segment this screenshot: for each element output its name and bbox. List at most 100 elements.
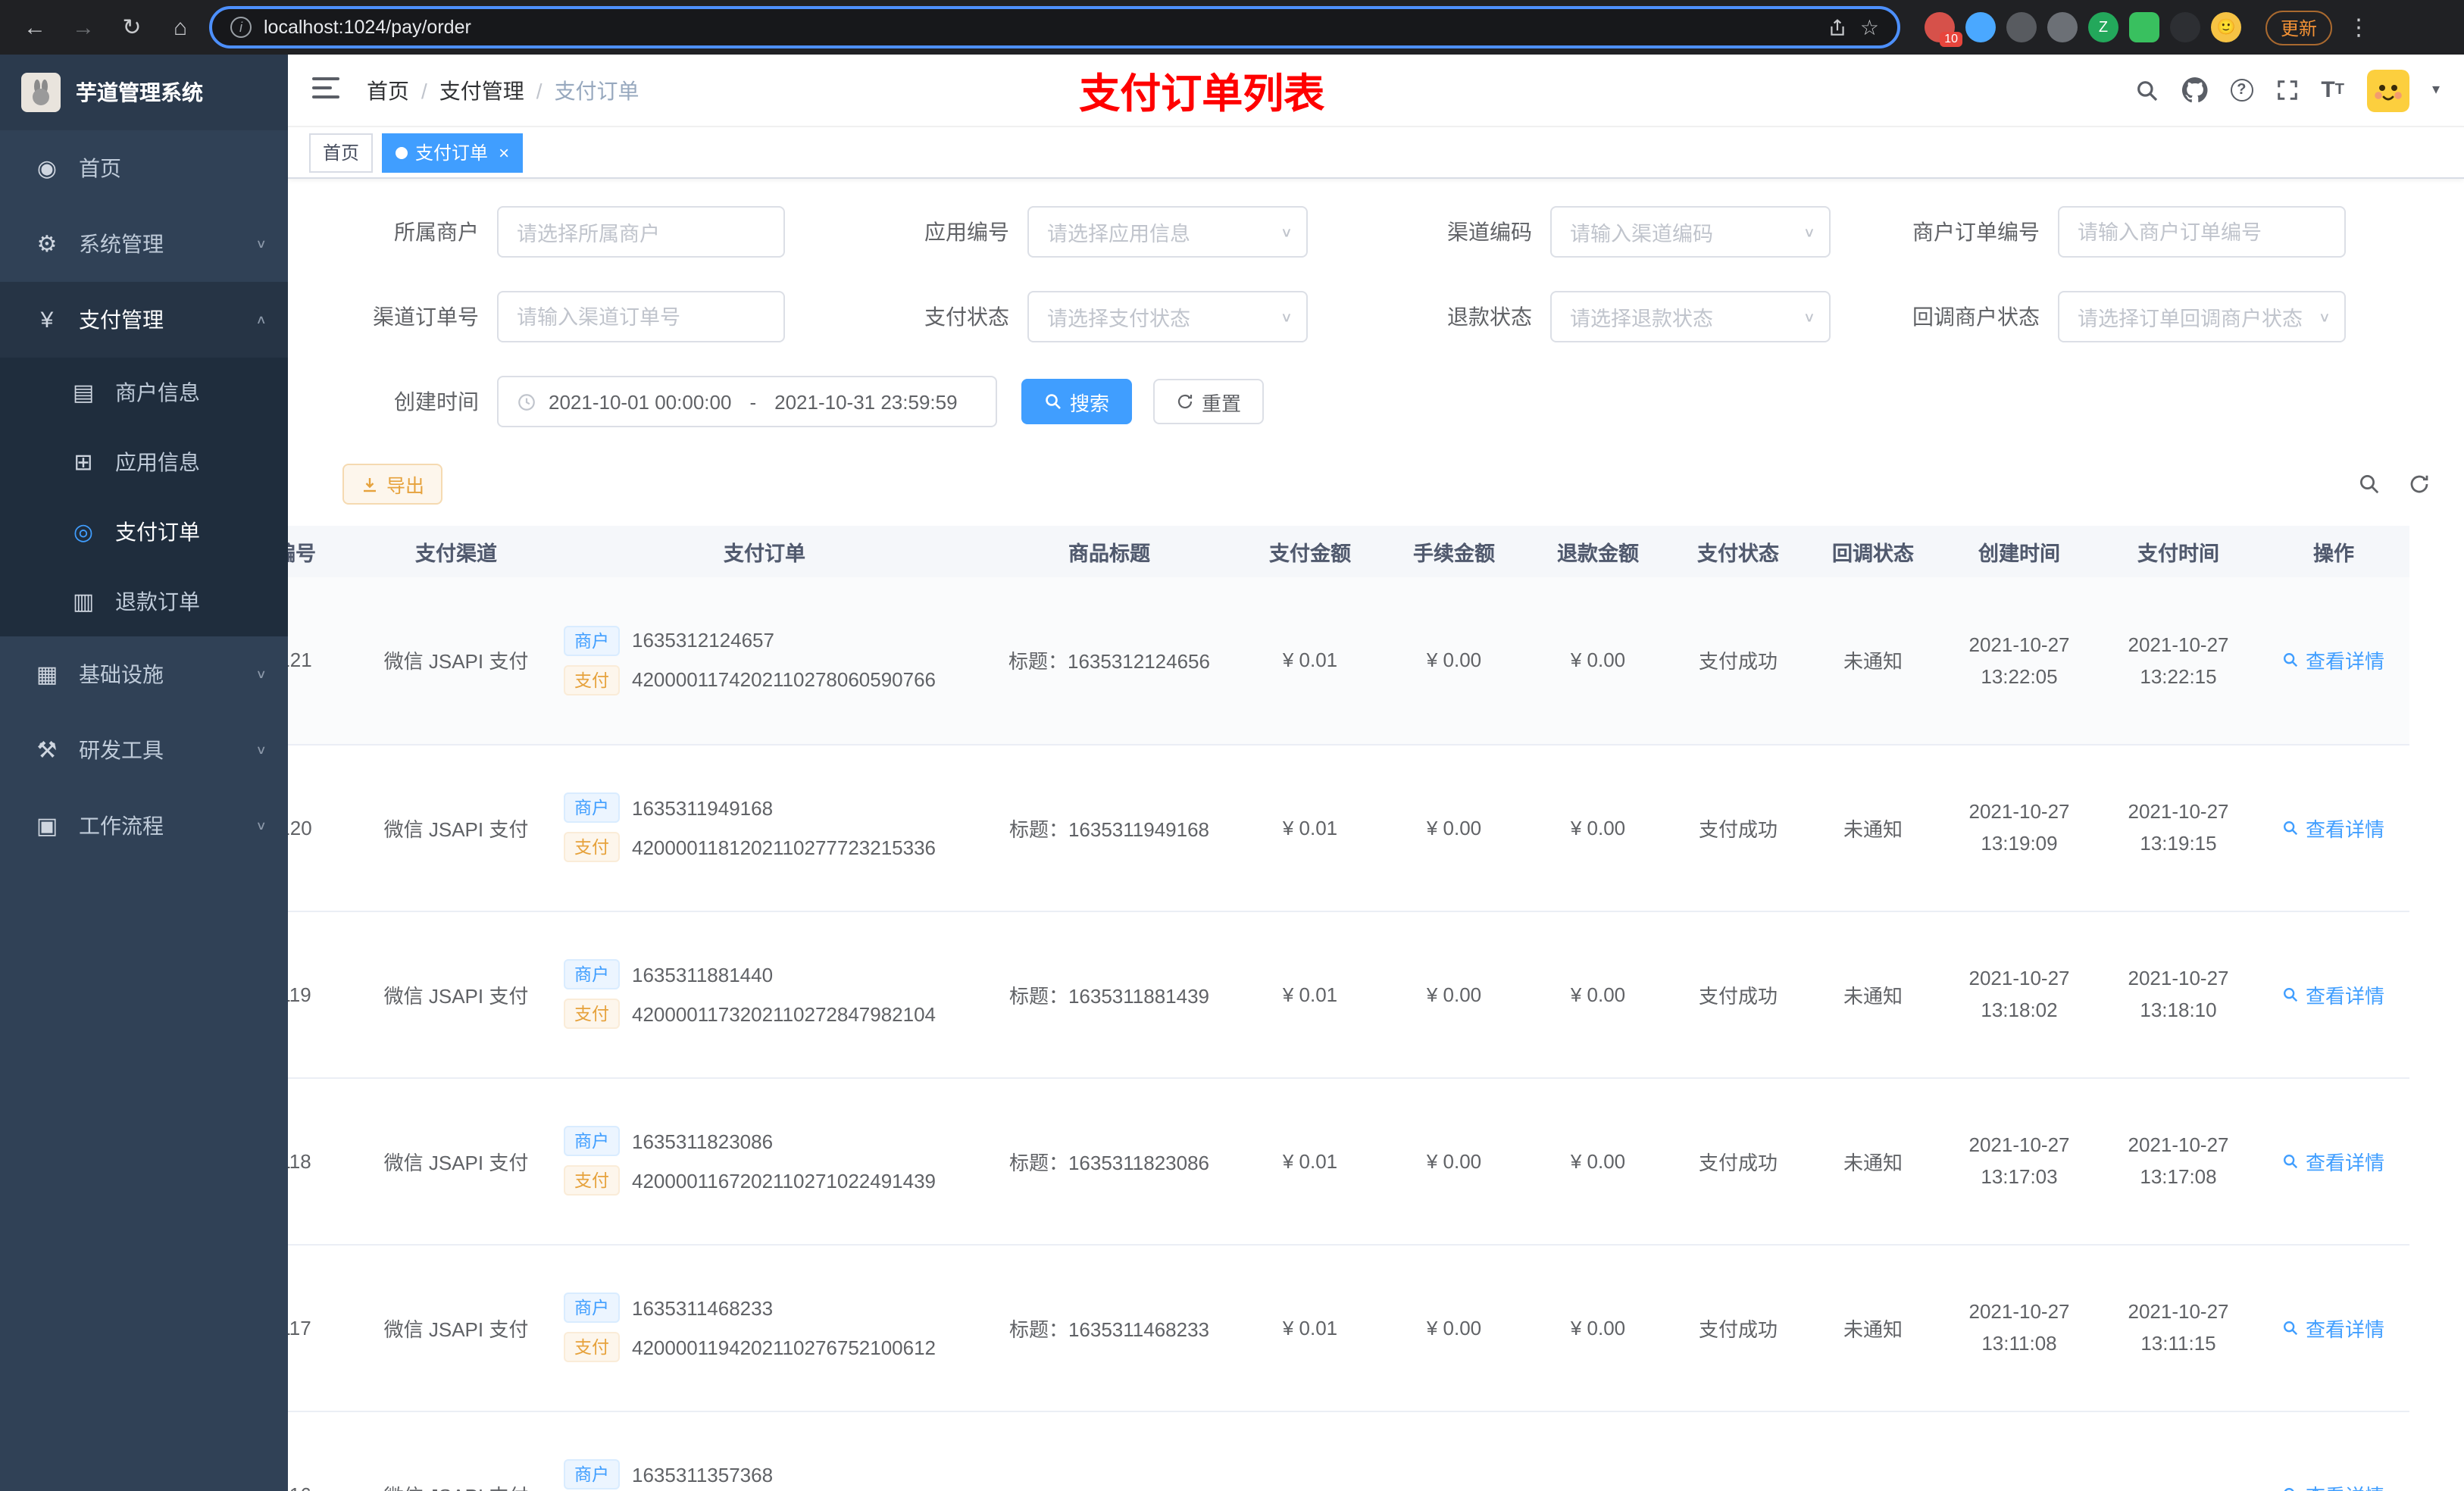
extension-icon[interactable]: 🙂	[2211, 12, 2241, 42]
extension-icon[interactable]: 10	[1925, 12, 1962, 47]
browser-toolbar: ← → ↻ ⌂ i localhost:1024/pay/order ☆ 10 …	[0, 0, 2464, 55]
notify-status-select[interactable]: 请选择订单回调商户状态 ∨	[2058, 291, 2346, 342]
pay-channel: 微信 JSAPI 支付	[364, 1077, 549, 1245]
breadcrumb-home[interactable]: 首页	[367, 75, 409, 105]
share-icon[interactable]	[1828, 17, 1848, 37]
address-bar[interactable]: i localhost:1024/pay/order ☆	[209, 6, 1900, 48]
sidebar-item-infrastructure[interactable]: ▦ 基础设施 ∨	[0, 636, 288, 712]
merchant-order-no-input[interactable]	[2058, 206, 2346, 258]
back-icon[interactable]: ←	[15, 8, 55, 47]
reset-button-label: 重置	[1202, 392, 1242, 414]
grid-icon: ⊞	[73, 450, 93, 476]
caret-down-icon[interactable]: ▾	[2432, 82, 2440, 98]
view-detail-link[interactable]: 查看详情	[2283, 1313, 2384, 1342]
channel-order-no-input[interactable]	[497, 291, 785, 342]
chevron-down-icon: ∨	[2318, 310, 2331, 325]
help-icon[interactable]: ?	[2230, 79, 2253, 102]
refund-status-select[interactable]: 请选择退款状态 ∨	[1550, 291, 1831, 342]
forward-icon[interactable]: →	[64, 8, 103, 47]
sidebar-item-refund-order[interactable]: ▥ 退款订单	[0, 567, 288, 636]
create-time	[1940, 1411, 2099, 1491]
extension-icon[interactable]: Z	[2088, 12, 2118, 42]
browser-update-button[interactable]: 更新	[2265, 10, 2333, 45]
sidebar-item-home[interactable]: ◉ 首页	[0, 130, 288, 206]
home-icon[interactable]: ⌂	[161, 8, 200, 47]
fee-amount: ¥ 0.00	[1382, 744, 1526, 911]
search-button[interactable]: 搜索	[1021, 379, 1133, 424]
toggle-search-icon[interactable]	[2358, 473, 2381, 495]
sidebar-item-dev-tools[interactable]: ⚒ 研发工具 ∨	[0, 712, 288, 788]
pay-tag: 支付	[564, 832, 620, 862]
filter-label: 创建时间	[394, 389, 479, 414]
url-text: localhost:1024/pay/order	[264, 17, 471, 38]
close-icon[interactable]: ×	[499, 142, 509, 163]
merchant-select[interactable]: 请选择所属商户	[497, 206, 785, 258]
font-size-icon[interactable]: TT	[2321, 77, 2344, 103]
reset-button[interactable]: 重置	[1153, 379, 1265, 424]
refresh-icon[interactable]	[2408, 473, 2431, 495]
sidebar-item-label: 支付管理	[79, 308, 164, 332]
col-channel: 支付渠道	[364, 526, 549, 577]
search-icon[interactable]	[2134, 78, 2159, 102]
channel-code-select[interactable]: 请输入渠道编码 ∨	[1550, 206, 1831, 258]
col-create-time: 创建时间	[1940, 526, 2099, 577]
extension-icon[interactable]	[2006, 12, 2037, 42]
chevron-down-icon: ∨	[255, 667, 267, 681]
sidebar-item-merchant-info[interactable]: ▤ 商户信息	[0, 358, 288, 427]
site-info-icon[interactable]: i	[230, 17, 252, 38]
filter-row: 创建时间 2021-10-01 00:00:00 - 2021-10-31 23…	[330, 376, 2464, 427]
hamburger-icon[interactable]	[312, 75, 342, 105]
extension-icon[interactable]	[1965, 12, 1996, 42]
logo-avatar	[21, 73, 61, 112]
sidebar-item-payment[interactable]: ¥ 支付管理 ∧	[0, 282, 288, 358]
merchant-order-no: 1635311949168	[632, 796, 774, 819]
sidebar-item-workflow[interactable]: ▣ 工作流程 ∨	[0, 788, 288, 864]
placeholder-text: 请选择应用信息	[1047, 223, 1190, 245]
pay-time: 2021-10-27 13:18:10	[2099, 911, 2258, 1078]
pay-amount	[1238, 1411, 1382, 1491]
view-detail-link[interactable]: 查看详情	[2283, 813, 2384, 842]
menu-kebab-icon[interactable]: ⋮	[2347, 14, 2370, 41]
filter-label: 渠道编码	[1447, 220, 1532, 244]
pay-channel: 微信 JSAPI 支付	[364, 577, 549, 745]
filter-label: 商户订单编号	[1912, 220, 2040, 244]
view-detail-link[interactable]: 查看详情	[2283, 1480, 2384, 1491]
sidebar-item-pay-order[interactable]: ◎ 支付订单	[0, 497, 288, 567]
fullscreen-icon[interactable]	[2275, 79, 2298, 102]
pay-status-select[interactable]: 请选择支付状态 ∨	[1027, 291, 1308, 342]
view-detail-link[interactable]: 查看详情	[2283, 646, 2384, 675]
dashboard-icon: ◉	[36, 156, 58, 182]
filter-form: 所属商户 请选择所属商户 应用编号 请选择应用信息 ∨ 渠道编码 请输入渠道编码 ∨…	[288, 179, 2464, 461]
pay-tag: 支付	[564, 1165, 620, 1196]
extension-icon[interactable]	[2170, 12, 2200, 42]
date-range-picker[interactable]: 2021-10-01 00:00:00 - 2021-10-31 23:59:5…	[497, 376, 997, 427]
bookmark-star-icon[interactable]: ☆	[1860, 14, 1879, 40]
tab-pay-order[interactable]: 支付订单 ×	[382, 133, 524, 172]
app-select[interactable]: 请选择应用信息 ∨	[1027, 206, 1308, 258]
view-detail-link[interactable]: 查看详情	[2283, 1146, 2384, 1175]
view-detail-link[interactable]: 查看详情	[2283, 980, 2384, 1008]
tools-icon: ⚒	[36, 738, 58, 764]
pay-order-cell: 商户 1635311881440 支付 4200001173202110272847…	[549, 911, 980, 1078]
extension-icon[interactable]	[2047, 12, 2078, 42]
extension-icon[interactable]	[2129, 12, 2159, 42]
order-id: 118	[288, 1077, 364, 1245]
page-title-annotation: 支付订单列表	[1079, 71, 1325, 117]
placeholder-text: 请选择支付状态	[1047, 308, 1190, 330]
export-button[interactable]: 导出	[342, 464, 443, 505]
sidebar-item-app-info[interactable]: ⊞ 应用信息	[0, 427, 288, 497]
notify-status: 未通知	[1806, 744, 1940, 911]
sidebar-logo: 芋道管理系统	[0, 55, 288, 130]
tab-home[interactable]: 首页	[309, 133, 374, 172]
notify-status: 未通知	[1806, 1077, 1940, 1245]
pay-amount: ¥ 0.01	[1238, 911, 1382, 1078]
github-icon[interactable]	[2181, 77, 2207, 103]
avatar[interactable]	[2366, 69, 2409, 111]
order-id: 120	[288, 744, 364, 911]
sidebar-item-system[interactable]: ⚙ 系统管理 ∨	[0, 206, 288, 282]
reload-icon[interactable]: ↻	[112, 8, 152, 47]
merchant-order-no: 1635312124657	[632, 629, 774, 652]
breadcrumb-pay-management[interactable]: 支付管理	[439, 75, 524, 105]
pay-status: 支付成功	[1670, 577, 1806, 745]
pay-channel: 微信 JSAPI 支付	[364, 1411, 549, 1491]
